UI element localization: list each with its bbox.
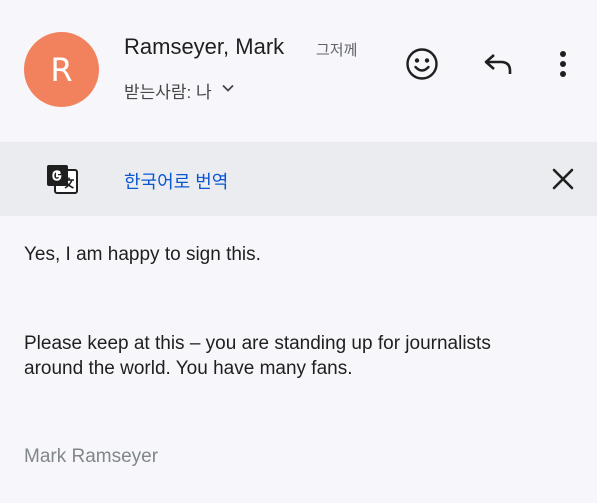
more-vert-icon[interactable]: [548, 46, 578, 82]
message-time: 그저께: [316, 42, 358, 59]
body-line: Yes, I am happy to sign this.: [24, 244, 261, 265]
translate-link[interactable]: 한국어로 번역: [124, 168, 228, 194]
body-line: around the world. You have many fans.: [24, 358, 353, 379]
chevron-down-icon: [220, 80, 236, 101]
translate-bar: [0, 142, 597, 216]
recipient-toggle[interactable]: 받는사람: 나: [124, 78, 236, 103]
recipient-label: 받는사람: 나: [124, 83, 212, 102]
close-icon[interactable]: [548, 164, 578, 194]
smiley-icon[interactable]: [402, 44, 442, 84]
signature: Mark Ramseyer: [24, 446, 159, 467]
avatar-initial: R: [50, 50, 73, 89]
message-header: R Ramseyer, Mark 그저께 받는사람: 나: [0, 0, 597, 140]
body-line: Please keep at this – you are standing u…: [24, 333, 491, 354]
translate-icon: [44, 162, 80, 196]
avatar[interactable]: R: [24, 32, 99, 107]
sender-name[interactable]: Ramseyer, Mark: [124, 34, 284, 60]
reply-icon[interactable]: [478, 46, 518, 82]
